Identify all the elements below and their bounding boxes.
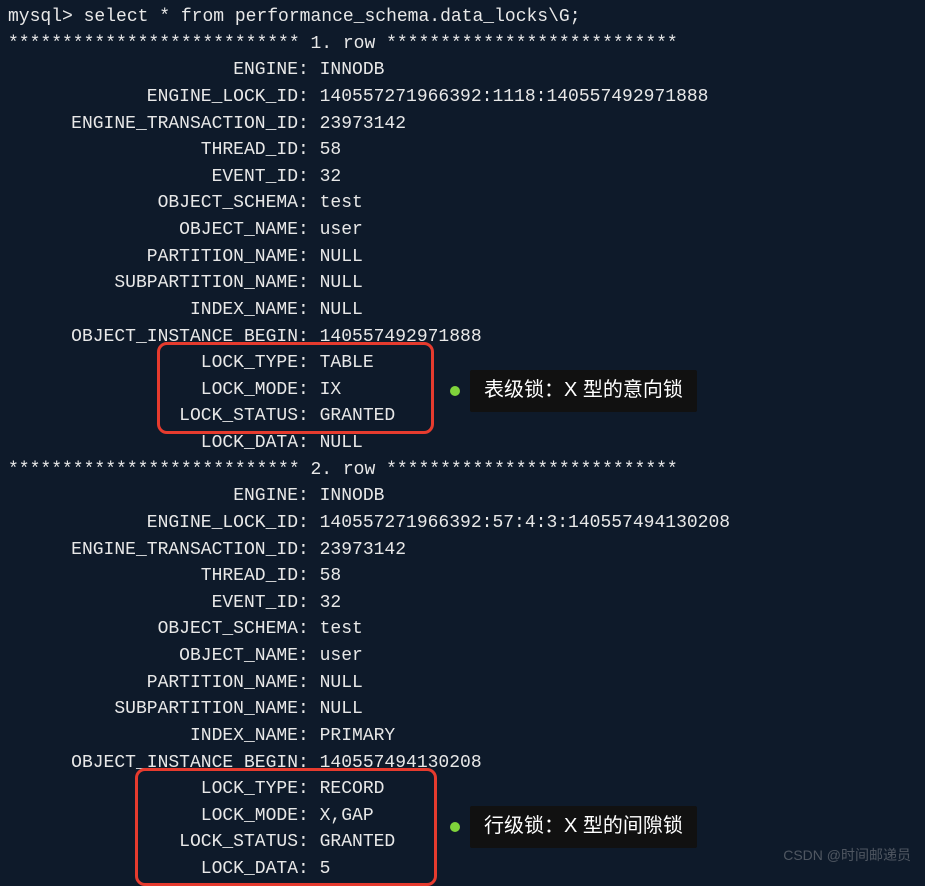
field-row: PARTITION_NAME: NULL [8,244,917,271]
terminal-output: mysql> select * from performance_schema.… [8,4,917,883]
field-row: ENGINE_LOCK_ID: 140557271966392:57:4:3:1… [8,510,917,537]
annotation-text: 表级锁：X 型的意向锁 [470,370,697,412]
field-row: INDEX_NAME: NULL [8,297,917,324]
field-row: OBJECT_SCHEMA: test [8,190,917,217]
annotation-record-lock: 行级锁：X 型的间隙锁 [450,806,697,848]
field-row: ENGINE_TRANSACTION_ID: 23973142 [8,111,917,138]
field-row: THREAD_ID: 58 [8,563,917,590]
field-row: EVENT_ID: 32 [8,164,917,191]
bullet-dot-icon [450,822,460,832]
field-row: ENGINE_LOCK_ID: 140557271966392:1118:140… [8,84,917,111]
field-row: LOCK_DATA: 5 [8,856,917,883]
annotation-table-lock: 表级锁：X 型的意向锁 [450,370,697,412]
field-row: LOCK_TYPE: RECORD [8,776,917,803]
watermark: CSDN @时间邮递员 [783,845,911,866]
field-row: ENGINE_TRANSACTION_ID: 23973142 [8,537,917,564]
query-text: select * from performance_schema.data_lo… [84,7,581,27]
field-row: SUBPARTITION_NAME: NULL [8,270,917,297]
field-row: ENGINE: INNODB [8,483,917,510]
bullet-dot-icon [450,386,460,396]
annotation-text: 行级锁：X 型的间隙锁 [470,806,697,848]
field-row: OBJECT_INSTANCE_BEGIN: 140557494130208 [8,750,917,777]
field-row: EVENT_ID: 32 [8,590,917,617]
field-row: THREAD_ID: 58 [8,137,917,164]
field-row: OBJECT_SCHEMA: test [8,616,917,643]
field-row: OBJECT_NAME: user [8,643,917,670]
field-row: OBJECT_INSTANCE_BEGIN: 140557492971888 [8,324,917,351]
field-row: LOCK_DATA: NULL [8,430,917,457]
row-separator: *************************** 1. row *****… [8,31,917,58]
field-row: SUBPARTITION_NAME: NULL [8,696,917,723]
prompt-line[interactable]: mysql> select * from performance_schema.… [8,4,917,31]
mysql-prompt: mysql> [8,7,84,27]
field-row: PARTITION_NAME: NULL [8,670,917,697]
row-separator: *************************** 2. row *****… [8,457,917,484]
field-row: ENGINE: INNODB [8,57,917,84]
field-row: INDEX_NAME: PRIMARY [8,723,917,750]
field-row: OBJECT_NAME: user [8,217,917,244]
